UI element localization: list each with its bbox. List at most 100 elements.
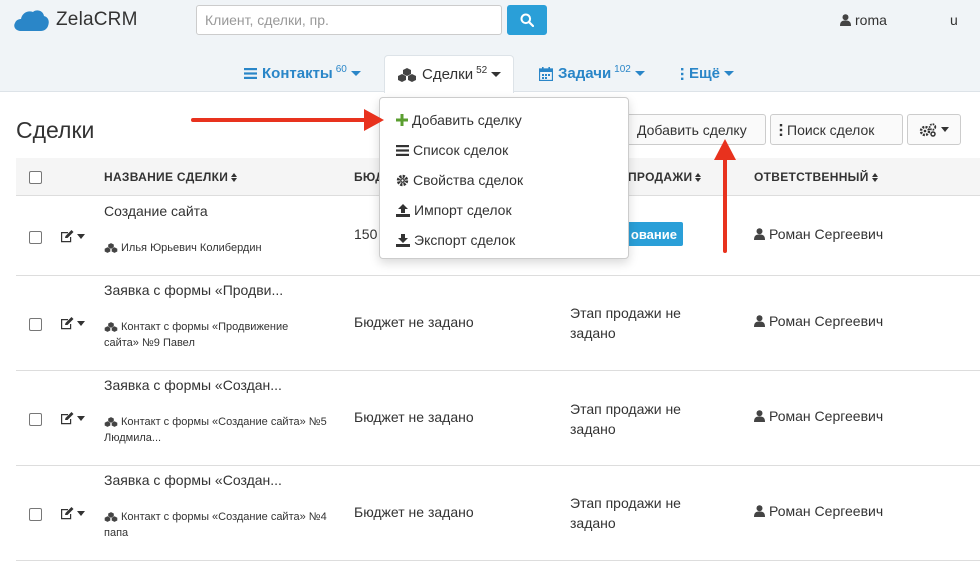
column-header-stage[interactable]: ПРОДАЖИ [628,158,702,196]
edit-icon [61,230,74,243]
user-menu[interactable]: roma [840,12,887,28]
menu-item-deal-list[interactable]: Список сделок [380,135,628,165]
more-icon [681,67,684,80]
column-header-owner[interactable]: ОТВЕТСТВЕННЫЙ [754,158,878,196]
cubes-icon [104,417,118,427]
nav-more[interactable]: Ещё [680,55,735,92]
row-edit-menu[interactable] [60,507,85,520]
column-header-owner-label: ОТВЕТСТВЕННЫЙ [754,170,869,184]
row-edit-menu[interactable] [60,412,85,425]
search-button[interactable] [507,5,547,35]
language-switch[interactable]: u [950,12,958,28]
edit-icon [61,317,74,330]
chevron-down-icon [77,511,85,516]
nav-tasks[interactable]: Задачи 102 [539,55,645,92]
deal-owner-label: Роман Сергеевич [769,503,884,519]
search-deals-button-label: Поиск сделок [787,121,875,138]
table-row[interactable]: Заявка с формы «Продви... Контакт с форм… [16,276,980,371]
app-logo[interactable]: ZelaCRM [12,6,138,34]
deal-budget: Бюджет не задано [354,504,474,520]
deal-contact-label: Контакт с формы «Создание сайта» №5 Людм… [104,416,327,444]
user-icon [754,410,765,422]
deal-owner: Роман Сергеевич [754,503,883,519]
gears-icon [919,122,937,137]
sort-icon [695,172,702,182]
list-icon [396,144,409,156]
table-row[interactable]: Заявка с формы «Создан... Контакт с форм… [16,466,980,561]
nav-deals-label: Сделки [422,66,474,83]
top-bar: ZelaCRM roma u Контакты 60 [0,0,980,93]
deal-contact-label: Илья Юрьевич Колибердин [121,242,262,254]
deal-contact[interactable]: Контакт с формы «Создание сайта» №4 папа [104,509,329,541]
column-header-name[interactable]: НАЗВАНИЕ СДЕЛКИ [104,158,238,196]
main-nav: Контакты 60 Сделки 52 Задачи 102 Ещё [0,55,980,93]
user-icon [754,315,765,327]
row-edit-menu[interactable] [60,317,85,330]
settings-button[interactable] [907,114,961,145]
arrow-to-add-deal-menu-item [191,109,384,131]
search-input[interactable] [196,5,502,35]
search-icon [520,13,534,27]
chevron-down-icon [941,127,949,132]
cubes-icon [104,322,118,332]
deals-dropdown-menu: Добавить сделку Список сделок Свойства с… [379,97,629,259]
menu-item-add-deal[interactable]: Добавить сделку [380,105,628,135]
cubes-icon [398,67,416,82]
menu-item-deal-properties-label: Свойства сделок [413,172,524,188]
gear-icon [396,174,409,186]
deal-contact[interactable]: Контакт с формы «Создание сайта» №5 Людм… [104,414,329,446]
more-icon [779,123,783,136]
select-all-checkbox[interactable] [29,171,42,184]
edit-icon [61,412,74,425]
chevron-down-icon [77,321,85,326]
menu-item-import-deals-label: Импорт сделок [414,202,512,218]
deal-owner-label: Роман Сергеевич [769,408,884,424]
deal-name-link[interactable]: Заявка с формы «Создан... [104,377,282,393]
nav-contacts[interactable]: Контакты 60 [244,55,361,92]
deal-contact-label: Контакт с формы «Продвижение сайта» №9 П… [104,321,289,349]
deal-name-link[interactable]: Заявка с формы «Создан... [104,472,282,488]
chevron-down-icon [724,71,735,76]
row-checkbox[interactable] [29,413,42,426]
add-deal-button-label: Добавить сделку [637,121,747,138]
add-deal-button[interactable]: Добавить сделку [624,114,766,145]
nav-deals[interactable]: Сделки 52 [384,55,515,93]
row-edit-menu[interactable] [60,230,85,243]
row-checkbox[interactable] [29,231,42,244]
deal-owner: Роман Сергеевич [754,408,883,424]
column-header-name-label: НАЗВАНИЕ СДЕЛКИ [104,170,229,184]
deal-contact[interactable]: Контакт с формы «Продвижение сайта» №9 П… [104,319,314,351]
sort-icon [871,172,878,182]
chevron-down-icon [491,72,502,77]
chevron-down-icon [350,71,361,76]
chevron-down-icon [634,71,645,76]
cloud-icon [14,10,49,32]
menu-item-deal-properties[interactable]: Свойства сделок [380,165,628,195]
search-deals-button[interactable]: Поиск сделок [770,114,903,145]
menu-item-import-deals[interactable]: Импорт сделок [380,195,628,225]
nav-more-label: Ещё [689,65,721,82]
row-checkbox[interactable] [29,508,42,521]
table-row[interactable]: Заявка с формы «Создан... Контакт с форм… [16,371,980,466]
deal-name-link[interactable]: Создание сайта [104,203,208,219]
deal-owner: Роман Сергеевич [754,226,883,242]
app-name: ZelaCRM [56,9,138,30]
menu-item-add-deal-label: Добавить сделку [412,112,522,128]
deal-name-link[interactable]: Заявка с формы «Продви... [104,282,283,298]
calendar-icon [539,66,553,81]
plus-icon [396,114,408,126]
user-icon [840,14,851,26]
user-icon [754,228,765,240]
deal-stage: Этап продажи не задано [570,495,681,531]
menu-item-export-deals[interactable]: Экспорт сделок [380,225,628,255]
deal-contact[interactable]: Илья Юрьевич Колибердин [104,240,262,256]
menu-item-export-deals-label: Экспорт сделок [414,232,516,248]
row-checkbox[interactable] [29,318,42,331]
deal-budget: Бюджет не задано [354,314,474,330]
nav-contacts-label: Контакты [262,65,333,82]
user-icon [754,505,765,517]
download-icon [396,233,410,247]
deal-budget: 150 [354,226,378,242]
deal-owner-label: Роман Сергеевич [769,313,884,329]
nav-tasks-label: Задачи [558,65,612,82]
